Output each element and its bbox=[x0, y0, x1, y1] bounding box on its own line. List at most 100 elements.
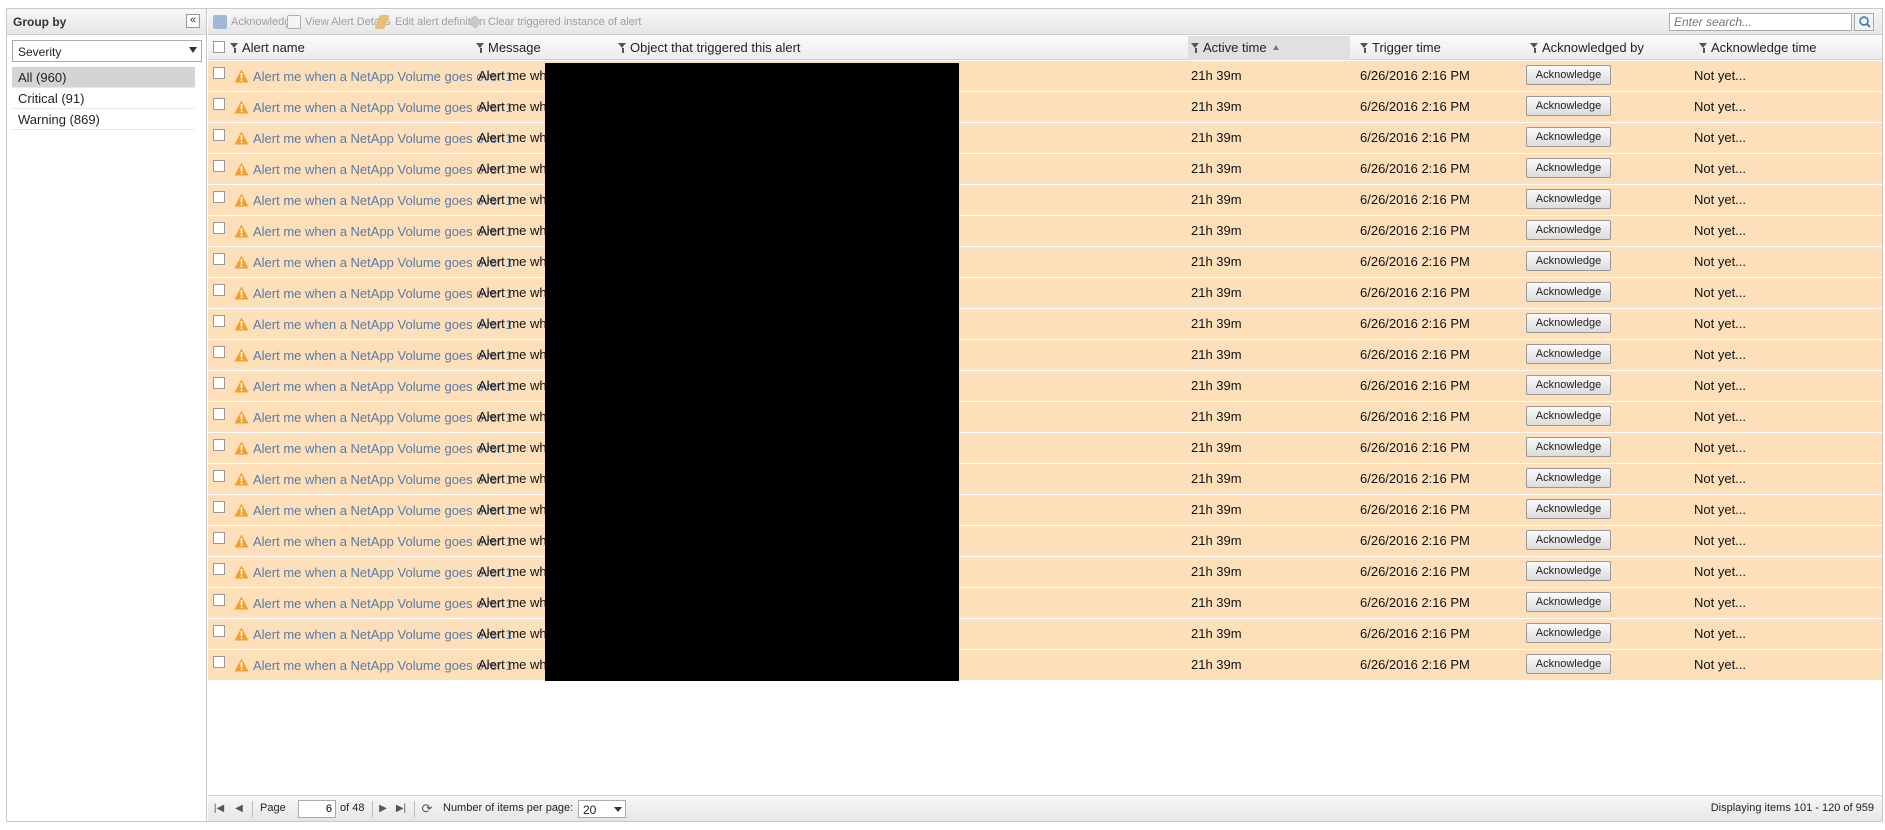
alert-name-link[interactable]: Alert me when a NetApp Volume goes over … bbox=[253, 193, 513, 208]
column-trigger-time[interactable]: Trigger time bbox=[1360, 36, 1441, 60]
table-row[interactable]: Alert me when a NetApp Volume goes over … bbox=[208, 61, 1882, 92]
table-row[interactable]: Alert me when a NetApp Volume goes over … bbox=[208, 154, 1882, 185]
table-row[interactable]: Alert me when a NetApp Volume goes over … bbox=[208, 464, 1882, 495]
table-row[interactable]: Alert me when a NetApp Volume goes over … bbox=[208, 402, 1882, 433]
row-checkbox[interactable] bbox=[213, 253, 225, 265]
table-row[interactable]: Alert me when a NetApp Volume goes over … bbox=[208, 371, 1882, 402]
table-row[interactable]: Alert me when a NetApp Volume goes over … bbox=[208, 619, 1882, 650]
row-acknowledge-button[interactable]: Acknowledge bbox=[1526, 313, 1611, 333]
group-item-all[interactable]: All (960) bbox=[12, 67, 195, 88]
alert-name-link[interactable]: Alert me when a NetApp Volume goes over … bbox=[253, 534, 513, 549]
table-row[interactable]: Alert me when a NetApp Volume goes over … bbox=[208, 650, 1882, 681]
column-alert-name[interactable]: Alert name bbox=[230, 36, 305, 60]
search-input[interactable] bbox=[1670, 14, 1851, 30]
column-active-time[interactable]: Active time bbox=[1188, 36, 1350, 60]
table-row[interactable]: Alert me when a NetApp Volume goes over … bbox=[208, 123, 1882, 154]
last-page-icon[interactable]: ▶| bbox=[394, 802, 408, 816]
group-item-warning[interactable]: Warning (869) bbox=[12, 109, 195, 130]
alert-name-link[interactable]: Alert me when a NetApp Volume goes over … bbox=[253, 100, 513, 115]
row-acknowledge-button[interactable]: Acknowledge bbox=[1526, 251, 1611, 271]
table-row[interactable]: Alert me when a NetApp Volume goes over … bbox=[208, 557, 1882, 588]
alert-name-link[interactable]: Alert me when a NetApp Volume goes over … bbox=[253, 503, 513, 518]
row-acknowledge-button[interactable]: Acknowledge bbox=[1526, 530, 1611, 550]
filter-icon[interactable] bbox=[1699, 43, 1708, 53]
filter-icon[interactable] bbox=[230, 43, 239, 53]
row-acknowledge-button[interactable]: Acknowledge bbox=[1526, 158, 1611, 178]
row-checkbox[interactable] bbox=[213, 408, 225, 420]
filter-icon[interactable] bbox=[1360, 43, 1369, 53]
row-checkbox[interactable] bbox=[213, 67, 225, 79]
alert-name-link[interactable]: Alert me when a NetApp Volume goes over … bbox=[253, 317, 513, 332]
group-item-critical[interactable]: Critical (91) bbox=[12, 88, 195, 109]
row-checkbox[interactable] bbox=[213, 222, 225, 234]
table-row[interactable]: Alert me when a NetApp Volume goes over … bbox=[208, 185, 1882, 216]
alert-name-link[interactable]: Alert me when a NetApp Volume goes over … bbox=[253, 472, 513, 487]
table-row[interactable]: Alert me when a NetApp Volume goes over … bbox=[208, 340, 1882, 371]
row-checkbox[interactable] bbox=[213, 594, 225, 606]
row-checkbox[interactable] bbox=[213, 98, 225, 110]
row-acknowledge-button[interactable]: Acknowledge bbox=[1526, 189, 1611, 209]
group-by-select[interactable]: Severity bbox=[12, 40, 202, 62]
row-acknowledge-button[interactable]: Acknowledge bbox=[1526, 654, 1611, 674]
row-checkbox[interactable] bbox=[213, 563, 225, 575]
filter-icon[interactable] bbox=[618, 43, 627, 53]
row-checkbox[interactable] bbox=[213, 532, 225, 544]
alert-name-link[interactable]: Alert me when a NetApp Volume goes over … bbox=[253, 162, 513, 177]
row-checkbox[interactable] bbox=[213, 656, 225, 668]
column-object[interactable]: Object that triggered this alert bbox=[618, 36, 801, 60]
row-acknowledge-button[interactable]: Acknowledge bbox=[1526, 344, 1611, 364]
alert-name-link[interactable]: Alert me when a NetApp Volume goes over … bbox=[253, 379, 513, 394]
row-acknowledge-button[interactable]: Acknowledge bbox=[1526, 375, 1611, 395]
column-message[interactable]: Message bbox=[476, 36, 541, 60]
refresh-icon[interactable]: ⟳ bbox=[420, 802, 434, 816]
row-acknowledge-button[interactable]: Acknowledge bbox=[1526, 437, 1611, 457]
filter-icon[interactable] bbox=[1191, 43, 1200, 53]
select-all-checkbox[interactable] bbox=[213, 41, 225, 53]
alert-name-link[interactable]: Alert me when a NetApp Volume goes over … bbox=[253, 441, 513, 456]
table-row[interactable]: Alert me when a NetApp Volume goes over … bbox=[208, 433, 1882, 464]
row-acknowledge-button[interactable]: Acknowledge bbox=[1526, 65, 1611, 85]
clear-triggered-instance-button[interactable]: Clear triggered instance of alert bbox=[467, 14, 641, 30]
previous-page-icon[interactable]: ◀ bbox=[232, 802, 246, 816]
alert-name-link[interactable]: Alert me when a NetApp Volume goes over … bbox=[253, 596, 513, 611]
row-checkbox[interactable] bbox=[213, 470, 225, 482]
alert-name-link[interactable]: Alert me when a NetApp Volume goes over … bbox=[253, 348, 513, 363]
table-row[interactable]: Alert me when a NetApp Volume goes over … bbox=[208, 216, 1882, 247]
column-acknowledge-time[interactable]: Acknowledge time bbox=[1699, 36, 1817, 60]
double-chevron-left-icon[interactable]: « bbox=[186, 14, 200, 28]
row-acknowledge-button[interactable]: Acknowledge bbox=[1526, 561, 1611, 581]
alert-name-link[interactable]: Alert me when a NetApp Volume goes over … bbox=[253, 658, 513, 673]
table-row[interactable]: Alert me when a NetApp Volume goes over … bbox=[208, 247, 1882, 278]
row-checkbox[interactable] bbox=[213, 625, 225, 637]
next-page-icon[interactable]: ▶ bbox=[376, 802, 390, 816]
table-row[interactable]: Alert me when a NetApp Volume goes over … bbox=[208, 92, 1882, 123]
table-row[interactable]: Alert me when a NetApp Volume goes over … bbox=[208, 526, 1882, 557]
alert-name-link[interactable]: Alert me when a NetApp Volume goes over … bbox=[253, 627, 513, 642]
search-button[interactable] bbox=[1854, 13, 1874, 31]
row-checkbox[interactable] bbox=[213, 284, 225, 296]
table-row[interactable]: Alert me when a NetApp Volume goes over … bbox=[208, 278, 1882, 309]
filter-icon[interactable] bbox=[476, 43, 485, 53]
alert-name-link[interactable]: Alert me when a NetApp Volume goes over … bbox=[253, 131, 513, 146]
row-checkbox[interactable] bbox=[213, 160, 225, 172]
first-page-icon[interactable]: |◀ bbox=[212, 802, 226, 816]
row-acknowledge-button[interactable]: Acknowledge bbox=[1526, 127, 1611, 147]
items-per-page-select[interactable]: 20 bbox=[578, 800, 626, 818]
row-checkbox[interactable] bbox=[213, 377, 225, 389]
row-checkbox[interactable] bbox=[213, 346, 225, 358]
alert-name-link[interactable]: Alert me when a NetApp Volume goes over … bbox=[253, 69, 513, 84]
alert-name-link[interactable]: Alert me when a NetApp Volume goes over … bbox=[253, 255, 513, 270]
row-checkbox[interactable] bbox=[213, 501, 225, 513]
alert-name-link[interactable]: Alert me when a NetApp Volume goes over … bbox=[253, 286, 513, 301]
table-row[interactable]: Alert me when a NetApp Volume goes over … bbox=[208, 588, 1882, 619]
column-acknowledged-by[interactable]: Acknowledged by bbox=[1530, 36, 1644, 60]
row-acknowledge-button[interactable]: Acknowledge bbox=[1526, 499, 1611, 519]
row-checkbox[interactable] bbox=[213, 439, 225, 451]
row-acknowledge-button[interactable]: Acknowledge bbox=[1526, 96, 1611, 116]
row-acknowledge-button[interactable]: Acknowledge bbox=[1526, 282, 1611, 302]
acknowledge-button[interactable]: Acknowledge bbox=[213, 14, 296, 30]
row-acknowledge-button[interactable]: Acknowledge bbox=[1526, 220, 1611, 240]
alert-name-link[interactable]: Alert me when a NetApp Volume goes over … bbox=[253, 410, 513, 425]
row-acknowledge-button[interactable]: Acknowledge bbox=[1526, 592, 1611, 612]
table-row[interactable]: Alert me when a NetApp Volume goes over … bbox=[208, 495, 1882, 526]
